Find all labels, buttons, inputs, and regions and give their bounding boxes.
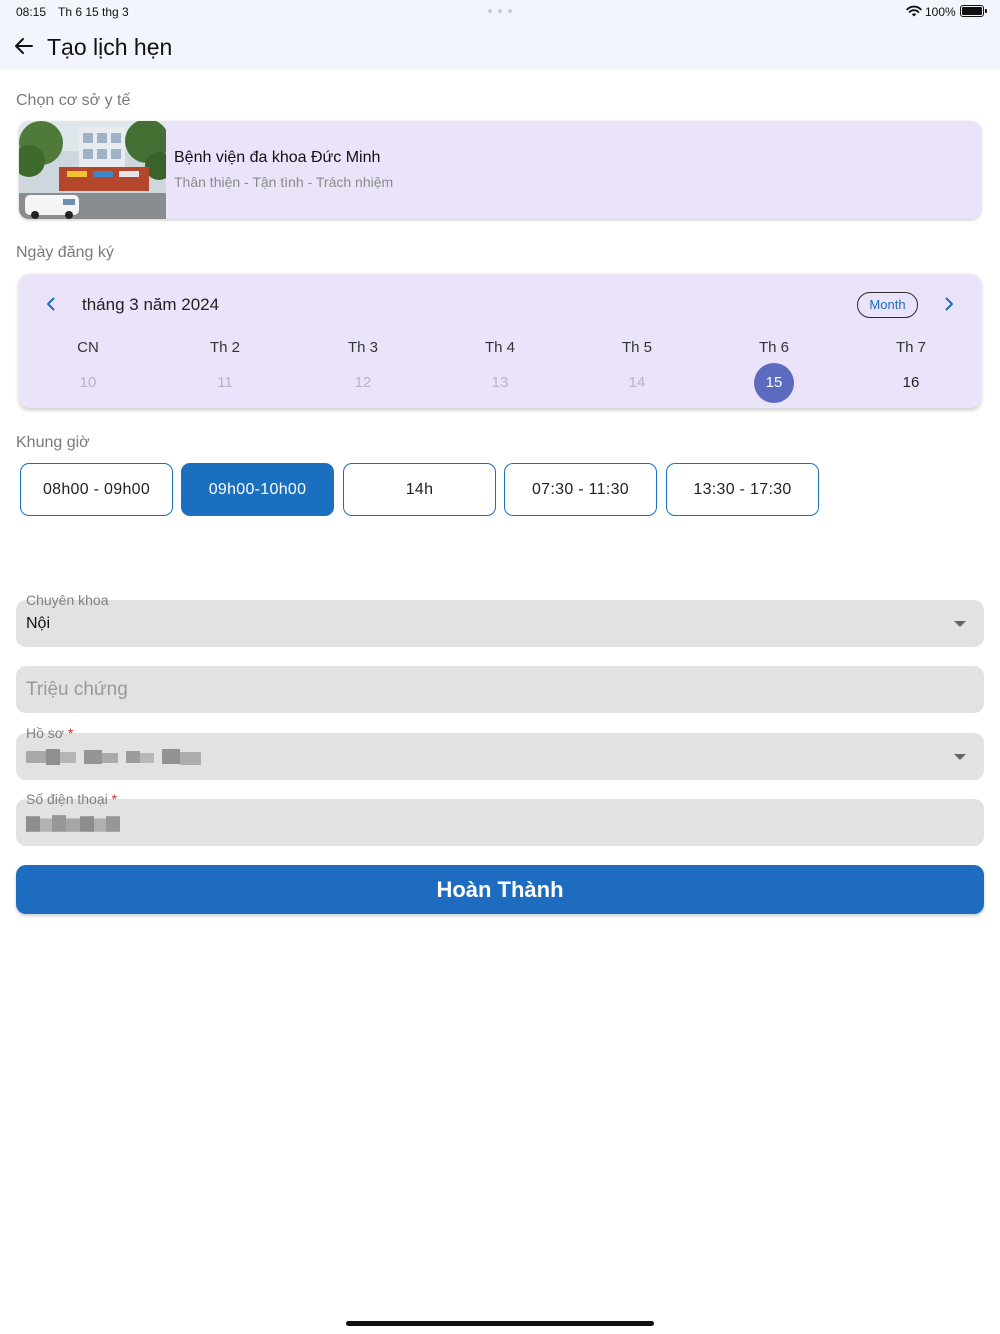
calendar-day-selected[interactable]: 15 (754, 363, 794, 403)
battery-icon (960, 5, 987, 17)
phone-input[interactable]: Số điện thoại * (16, 791, 984, 846)
weekday-label: Th 4 (484, 339, 515, 356)
facility-card[interactable]: Bệnh viện đa khoa Đức Minh Thân thiện - … (19, 121, 981, 219)
calendar-day-column: Th 3 12 (318, 338, 408, 413)
app-bar: Tạo lịch hẹn (0, 24, 1000, 70)
wifi-icon (906, 5, 922, 17)
required-mark: * (67, 725, 74, 741)
facility-slogan: Thân thiện - Tận tình - Trách nhiệm (174, 174, 394, 190)
weekday-label: Th 6 (758, 339, 789, 356)
redacted-profile-name (26, 749, 201, 765)
weekday-label: CN (77, 339, 99, 356)
calendar-day-column: Th 6 15 (729, 338, 819, 413)
weekday-label: Th 3 (347, 339, 378, 356)
week-calendar: tháng 3 năm 2024 Month CN 10 Th 2 11 Th … (19, 274, 981, 408)
time-slot-button[interactable]: 08h00 - 09h00 (20, 463, 173, 516)
submit-button[interactable]: Hoàn Thành (16, 865, 984, 914)
calendar-day-column: Th 7 16 (866, 338, 956, 413)
specialty-value: Nội (26, 615, 51, 632)
battery-percent: 100% (925, 5, 956, 19)
status-bar: 08:15 Th 6 15 thg 3 100% (0, 0, 1000, 24)
page-title: Tạo lịch hẹn (47, 34, 173, 60)
status-date: Th 6 15 thg 3 (58, 5, 129, 19)
profile-dropdown[interactable]: Hồ sơ * (16, 725, 984, 780)
back-arrow-icon[interactable] (12, 34, 36, 58)
calendar-day[interactable]: 13 (480, 363, 520, 403)
time-slot-button[interactable]: 07:30 - 11:30 (504, 463, 657, 516)
calendar-day[interactable]: 10 (68, 363, 108, 403)
required-mark: * (111, 791, 118, 807)
phone-label: Số điện thoại * (26, 791, 118, 807)
weekday-label: Th 2 (209, 339, 240, 356)
facility-name: Bệnh viện đa khoa Đức Minh (174, 149, 381, 166)
time-slot-button[interactable]: 13:30 - 17:30 (666, 463, 819, 516)
time-slot-button[interactable]: 14h (343, 463, 496, 516)
calendar-day-column: Th 4 13 (455, 338, 545, 413)
weekday-label: Th 7 (895, 339, 926, 356)
symptoms-input[interactable]: Triệu chứng (16, 666, 984, 713)
weekday-label: Th 5 (621, 339, 652, 356)
calendar-day[interactable]: 14 (617, 363, 657, 403)
date-section-label: Ngày đăng ký (16, 244, 114, 261)
calendar-day[interactable]: 11 (205, 363, 245, 403)
calendar-day-column: CN 10 (43, 338, 133, 413)
redacted-phone-number (26, 815, 120, 832)
dropdown-arrow-icon (954, 754, 966, 760)
time-section-label: Khung giờ (16, 434, 90, 451)
calendar-day[interactable]: 12 (343, 363, 383, 403)
calendar-day-column: Th 2 11 (180, 338, 270, 413)
chevron-right-icon[interactable] (939, 294, 959, 314)
facility-section-label: Chọn cơ sở y tế (16, 92, 131, 109)
dropdown-arrow-icon (954, 621, 966, 627)
calendar-month-label: tháng 3 năm 2024 (82, 295, 220, 314)
facility-image (19, 121, 166, 219)
chevron-left-icon[interactable] (41, 294, 61, 314)
calendar-day-column: Th 5 14 (592, 338, 682, 413)
specialty-dropdown[interactable]: Chuyên khoa Nội (16, 592, 984, 647)
calendar-day[interactable]: 16 (891, 363, 931, 403)
time-slot-button-selected[interactable]: 09h00-10h00 (181, 463, 334, 516)
home-indicator[interactable] (346, 1321, 654, 1326)
profile-label: Hồ sơ * (26, 725, 74, 741)
symptoms-placeholder: Triệu chứng (26, 679, 128, 700)
multitasking-dots-icon[interactable] (488, 9, 512, 13)
specialty-label: Chuyên khoa (26, 592, 109, 608)
calendar-format-button[interactable]: Month (857, 292, 918, 318)
status-time: 08:15 (16, 5, 47, 19)
